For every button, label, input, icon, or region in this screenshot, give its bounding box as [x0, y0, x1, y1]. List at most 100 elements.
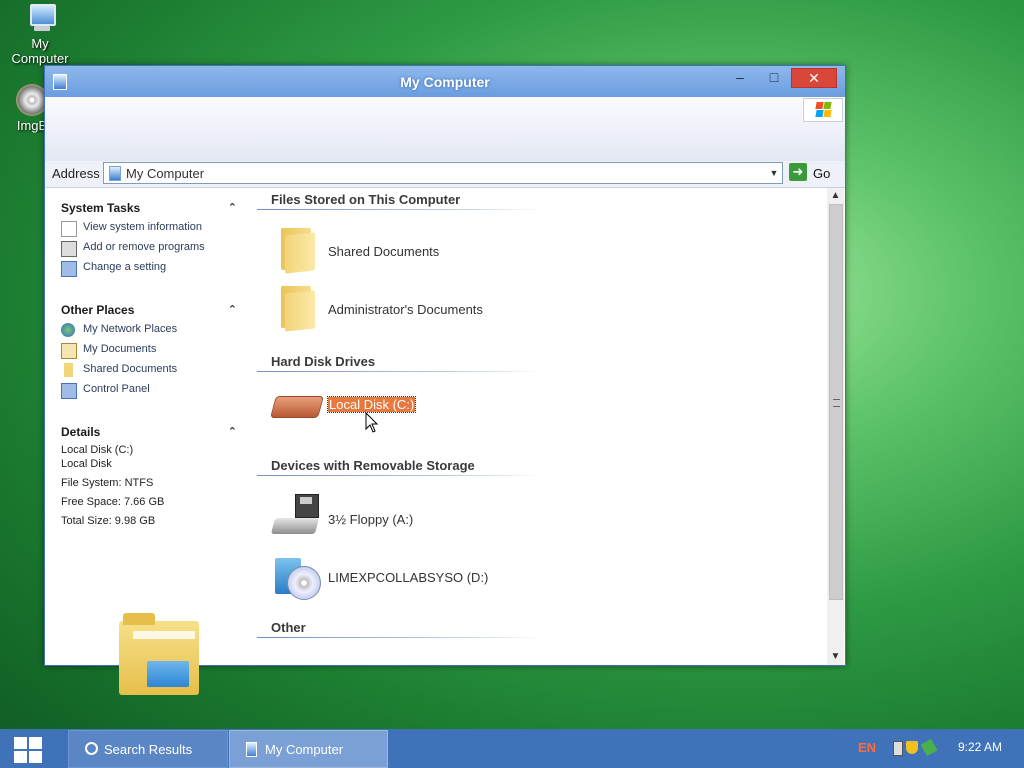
hard-drive-icon — [270, 396, 324, 418]
item-cd-drive-d[interactable]: LIMEXPCOLLABSYSO (D:) — [271, 550, 571, 602]
close-icon: ✕ — [808, 70, 820, 86]
language-indicator[interactable]: EN — [858, 740, 876, 755]
group-divider — [257, 637, 543, 638]
details-total-size: Total Size: 9.98 GB — [61, 515, 156, 527]
toolbar-area — [45, 97, 845, 162]
group-divider — [257, 475, 543, 476]
task-view-system-info[interactable]: View system information — [61, 219, 237, 239]
network-tray-icon[interactable] — [893, 741, 903, 756]
address-label: Address — [52, 166, 100, 181]
add-remove-icon — [61, 241, 77, 257]
computer-icon — [246, 742, 257, 757]
place-my-documents[interactable]: My Documents — [61, 341, 237, 361]
computer-icon — [24, 2, 56, 34]
place-label: My Network Places — [83, 323, 178, 335]
scroll-down-icon[interactable]: ▼ — [827, 649, 844, 665]
start-button[interactable] — [10, 735, 46, 763]
task-label: View system information — [83, 221, 203, 233]
minimize-button[interactable]: – — [727, 68, 753, 86]
details-section: Details ⌃ Local Disk (C:) Local Disk Fil… — [61, 425, 237, 528]
mouse-cursor-icon — [365, 412, 379, 433]
network-icon — [61, 323, 75, 337]
section-title: Details — [61, 425, 101, 439]
section-title: System Tasks — [61, 201, 141, 215]
search-icon — [85, 742, 98, 755]
cd-drive-icon — [273, 552, 321, 600]
place-label: Control Panel — [83, 383, 150, 395]
control-panel-icon — [61, 261, 77, 277]
details-header[interactable]: Details ⌃ — [61, 425, 237, 443]
item-label: 3½ Floppy (A:) — [328, 512, 414, 527]
desktop-icon-label: My Computer — [11, 36, 69, 66]
taskbar-my-computer[interactable]: My Computer — [229, 730, 388, 768]
folder-icon — [64, 363, 73, 377]
chevron-down-icon[interactable]: ▼ — [766, 163, 782, 183]
control-panel-icon — [61, 383, 77, 399]
details-file-system: File System: NTFS — [61, 477, 154, 489]
chevron-up-icon[interactable]: ⌃ — [228, 201, 237, 214]
item-floppy-a[interactable]: 3½ Floppy (A:) — [270, 492, 571, 544]
taskbar: Search Results My Computer EN 9:22 AM — [0, 729, 1024, 768]
security-shield-icon[interactable] — [906, 741, 918, 754]
item-label: Shared Documents — [328, 244, 440, 259]
window-title: My Computer — [400, 74, 490, 90]
address-bar: Address My Computer ▼ ➜ Go — [45, 161, 845, 187]
windows-logo-throbber — [803, 98, 843, 122]
folder-icon — [279, 282, 315, 332]
place-control-panel[interactable]: Control Panel — [61, 381, 237, 401]
details-name: Local Disk (C:) — [61, 444, 134, 456]
group-header: Other — [271, 620, 306, 635]
place-label: Shared Documents — [83, 363, 178, 375]
item-local-disk-c[interactable]: Local Disk (C:) — [270, 386, 571, 438]
my-computer-window: My Computer – □ ✕ Address My Computer ▼ … — [44, 65, 846, 695]
other-places-header[interactable]: Other Places ⌃ — [61, 303, 237, 321]
folder-icon — [279, 224, 315, 274]
vertical-scrollbar[interactable]: ▲ ▼ — [827, 188, 844, 665]
taskbar-button-label: My Computer — [265, 742, 344, 757]
other-places-section: Other Places ⌃ My Network Places My Docu… — [61, 303, 237, 401]
title-bar[interactable]: My Computer – □ ✕ — [45, 66, 845, 97]
task-add-remove-programs[interactable]: Add or remove programs — [61, 239, 237, 259]
task-pane: System Tasks ⌃ View system information A… — [45, 188, 245, 695]
go-button[interactable]: ➜ Go — [789, 163, 833, 183]
group-header: Files Stored on This Computer — [271, 192, 461, 207]
group-header: Hard Disk Drives — [271, 354, 376, 369]
floppy-drive-icon — [270, 494, 320, 536]
place-shared-documents[interactable]: Shared Documents — [61, 361, 237, 381]
chevron-up-icon[interactable]: ⌃ — [228, 303, 237, 316]
update-tray-icon[interactable] — [920, 738, 938, 757]
go-label: Go — [813, 166, 831, 181]
task-label: Change a setting — [83, 261, 167, 273]
taskbar-button-label: Search Results — [104, 742, 193, 757]
task-change-setting[interactable]: Change a setting — [61, 259, 237, 279]
documents-icon — [61, 343, 77, 359]
system-info-icon — [61, 221, 77, 237]
item-administrators-documents[interactable]: Administrator's Documents — [271, 282, 571, 334]
address-input[interactable]: My Computer ▼ — [103, 162, 783, 184]
place-network[interactable]: My Network Places — [61, 321, 237, 341]
group-divider — [257, 371, 543, 372]
computer-icon — [109, 166, 121, 181]
address-value: My Computer — [126, 166, 205, 181]
clock[interactable]: 9:22 AM — [958, 740, 1002, 754]
item-label: Local Disk (C:) — [326, 396, 417, 413]
scroll-up-icon[interactable]: ▲ — [827, 188, 844, 204]
file-list: Files Stored on This Computer Shared Doc… — [257, 188, 827, 665]
chevron-up-icon[interactable]: ⌃ — [228, 425, 237, 438]
content-area: System Tasks ⌃ View system information A… — [45, 187, 845, 695]
grip-icon — [833, 399, 840, 407]
scroll-thumb[interactable] — [829, 204, 843, 600]
section-title: Other Places — [61, 303, 135, 317]
close-button[interactable]: ✕ — [791, 68, 837, 88]
item-label: Administrator's Documents — [328, 302, 483, 317]
item-shared-documents[interactable]: Shared Documents — [271, 224, 571, 276]
group-divider — [257, 209, 543, 210]
maximize-button[interactable]: □ — [761, 68, 787, 86]
system-tasks-section: System Tasks ⌃ View system information A… — [61, 201, 237, 279]
task-label: Add or remove programs — [83, 241, 205, 253]
taskbar-search-results[interactable]: Search Results — [68, 730, 228, 768]
system-tasks-header[interactable]: System Tasks ⌃ — [61, 201, 237, 219]
file-explorer-folder-icon — [119, 613, 199, 695]
desktop-icon-my-computer[interactable]: My Computer — [2, 2, 78, 66]
details-free-space: Free Space: 7.66 GB — [61, 496, 165, 508]
